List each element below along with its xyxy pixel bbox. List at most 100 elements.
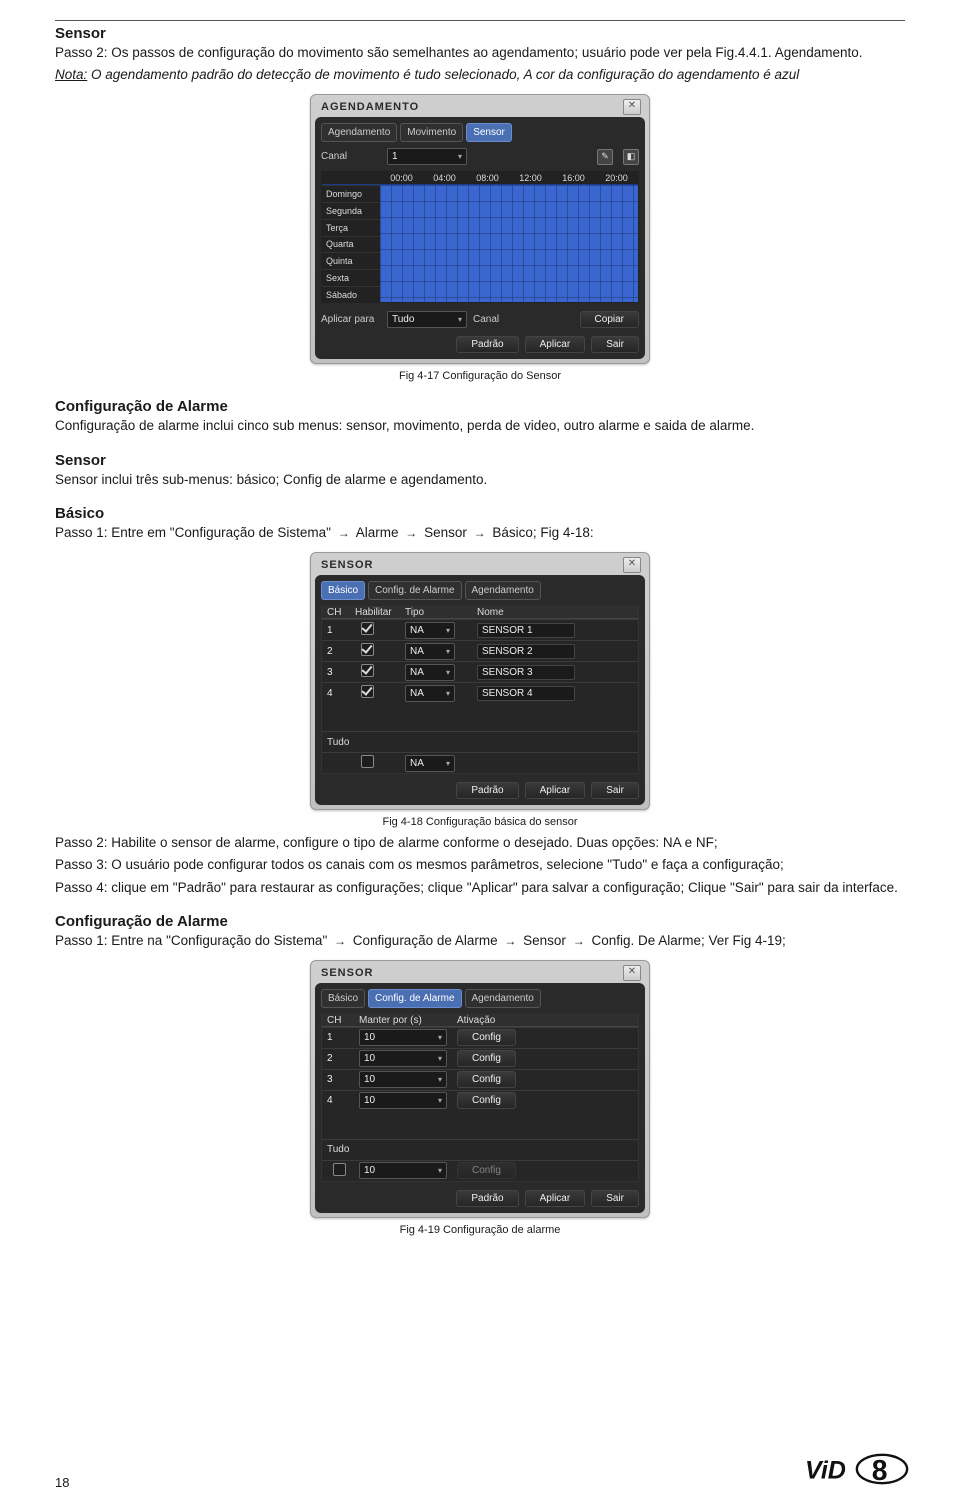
tab-basico[interactable]: Básico (321, 581, 365, 600)
chevron-down-icon: ▾ (432, 1033, 442, 1042)
cell-ch: 1 (322, 625, 355, 636)
tudo-checkbox[interactable] (361, 755, 374, 768)
vid8-logo: ViD 8 (805, 1449, 915, 1494)
para-conf-alarme: Configuração de alarme inclui cinco sub … (55, 417, 905, 435)
copiar-button[interactable]: Copiar (580, 311, 639, 328)
aplicar-dropdown[interactable]: Tudo▾ (387, 311, 467, 328)
tipo-dropdown[interactable]: NA ▾ (405, 685, 455, 702)
hour-4: 16:00 (552, 172, 595, 184)
table-row: 3NA▾SENSOR 3 (322, 661, 638, 682)
tudo-tipo-dropdown[interactable]: NA▾ (405, 755, 455, 772)
config-button[interactable]: Config (457, 1071, 516, 1088)
para-sensor-incl: Sensor inclui três sub-menus: básico; Co… (55, 471, 905, 489)
hold-dropdown[interactable]: 10▾ (359, 1092, 447, 1109)
tab-agendamento[interactable]: Agendamento (465, 581, 541, 600)
para-sensor-step2: Passo 2: Os passos de configuração do mo… (55, 44, 905, 62)
nome-field[interactable]: SENSOR 1 (477, 623, 575, 638)
canal-dropdown[interactable]: 1▾ (387, 148, 467, 165)
step1-prefix: Passo 1: Entre em "Configuração de Siste… (55, 525, 331, 540)
chevron-down-icon: ▾ (440, 759, 450, 768)
schedule-hours: 00:00 04:00 08:00 12:00 16:00 20:00 (322, 172, 638, 184)
schedule-area[interactable] (380, 185, 638, 302)
tab-sensor[interactable]: Sensor (466, 123, 512, 142)
chevron-down-icon: ▾ (440, 689, 450, 698)
close-icon[interactable]: ✕ (623, 557, 641, 573)
close-icon[interactable]: ✕ (623, 965, 641, 981)
nome-field[interactable]: SENSOR 4 (477, 686, 575, 701)
chevron-down-icon: ▾ (440, 626, 450, 635)
sair-button[interactable]: Sair (591, 782, 639, 799)
hour-1: 04:00 (423, 172, 466, 184)
arrow-icon: → (331, 933, 349, 949)
tab-agendamento[interactable]: Agendamento (321, 123, 397, 142)
tab-movimento[interactable]: Movimento (400, 123, 463, 142)
hold-dropdown[interactable]: 10▾ (359, 1071, 447, 1088)
nome-field[interactable]: SENSOR 2 (477, 644, 575, 659)
sair-button[interactable]: Sair (591, 1190, 639, 1207)
para-basico-step1: Passo 1: Entre em "Configuração de Siste… (55, 524, 905, 542)
tudo-config-button[interactable]: Config (457, 1162, 516, 1179)
aplicar-button[interactable]: Aplicar (525, 1190, 586, 1207)
chevron-down-icon: ▾ (452, 152, 462, 161)
tipo-dropdown[interactable]: NA▾ (405, 643, 455, 660)
nota-body: O agendamento padrão do detecção de movi… (87, 67, 799, 82)
cell-ch: 2 (322, 646, 355, 657)
tipo-value: NA (410, 625, 424, 636)
habilitar-checkbox[interactable] (361, 622, 374, 635)
table-row: 1 NA ▾ SENSOR 1 (322, 619, 638, 640)
config-button[interactable]: Config (457, 1050, 516, 1067)
col-tipo: Tipo (405, 607, 477, 618)
hold-value: 10 (364, 1053, 375, 1064)
tudo-label: Tudo (327, 1144, 349, 1155)
cell-ch: 4 (322, 688, 355, 699)
tab-agendamento[interactable]: Agendamento (465, 989, 541, 1008)
tipo-dropdown[interactable]: NA▾ (405, 664, 455, 681)
tipo-value: NA (410, 688, 424, 699)
nota-label: Nota: (55, 67, 87, 82)
agendamento-title: AGENDAMENTO (321, 101, 419, 113)
aplicar-button[interactable]: Aplicar (525, 336, 586, 353)
padrao-button[interactable]: Padrão (456, 782, 518, 799)
cell-ch: 3 (322, 1074, 355, 1085)
canal-label: Canal (321, 151, 381, 162)
close-icon[interactable]: ✕ (623, 99, 641, 115)
arrow-icon: → (471, 525, 489, 541)
hold-dropdown[interactable]: 10 ▾ (359, 1050, 447, 1067)
config-button[interactable]: Config (457, 1092, 516, 1109)
habilitar-checkbox[interactable] (361, 685, 374, 698)
chevron-down-icon: ▾ (432, 1054, 442, 1063)
eraser-icon[interactable]: ◧ (623, 149, 639, 165)
sensor-title: SENSOR (321, 559, 373, 571)
habilitar-checkbox[interactable] (361, 643, 374, 656)
aplicar-button[interactable]: Aplicar (525, 782, 586, 799)
day-terca: Terça (322, 219, 380, 236)
config-button[interactable]: Config (457, 1029, 516, 1046)
cell-ch: 1 (322, 1032, 355, 1043)
nome-field[interactable]: SENSOR 3 (477, 665, 575, 680)
tab-config-alarme[interactable]: Config. de Alarme (368, 989, 462, 1008)
habilitar-checkbox[interactable] (361, 664, 374, 677)
agendamento-window: AGENDAMENTO ✕ Agendamento Movimento Sens… (310, 94, 650, 364)
tudo-checkbox[interactable] (333, 1163, 346, 1176)
para-ca-step1: Passo 1: Entre na "Configuração do Siste… (55, 932, 905, 950)
schedule-grid[interactable]: 00:00 04:00 08:00 12:00 16:00 20:00 Domi… (321, 171, 639, 303)
cell-ch: 2 (322, 1053, 355, 1064)
col-habilitar: Habilitar (355, 607, 405, 618)
pencil-icon[interactable]: ✎ (597, 149, 613, 165)
tab-basico[interactable]: Básico (321, 989, 365, 1008)
tipo-value: NA (410, 646, 424, 657)
canal-btn-label: Canal (473, 314, 507, 325)
tipo-dropdown[interactable]: NA ▾ (405, 622, 455, 639)
caption-418: Fig 4-18 Configuração básica do sensor (55, 816, 905, 828)
step1-basico: Básico; Fig 4-18: (492, 525, 593, 540)
tudo-hold-value: 10 (364, 1165, 375, 1176)
sair-button[interactable]: Sair (591, 336, 639, 353)
padrao-button[interactable]: Padrão (456, 336, 518, 353)
hold-dropdown[interactable]: 10▾ (359, 1029, 447, 1046)
tudo-hold-dropdown[interactable]: 10▾ (359, 1162, 447, 1179)
day-quinta: Quinta (322, 252, 380, 269)
padrao-button[interactable]: Padrão (456, 1190, 518, 1207)
table-row: 2 NA▾ SENSOR 2 (322, 640, 638, 661)
arrow-icon: → (570, 933, 588, 949)
tab-config-alarme[interactable]: Config. de Alarme (368, 581, 462, 600)
